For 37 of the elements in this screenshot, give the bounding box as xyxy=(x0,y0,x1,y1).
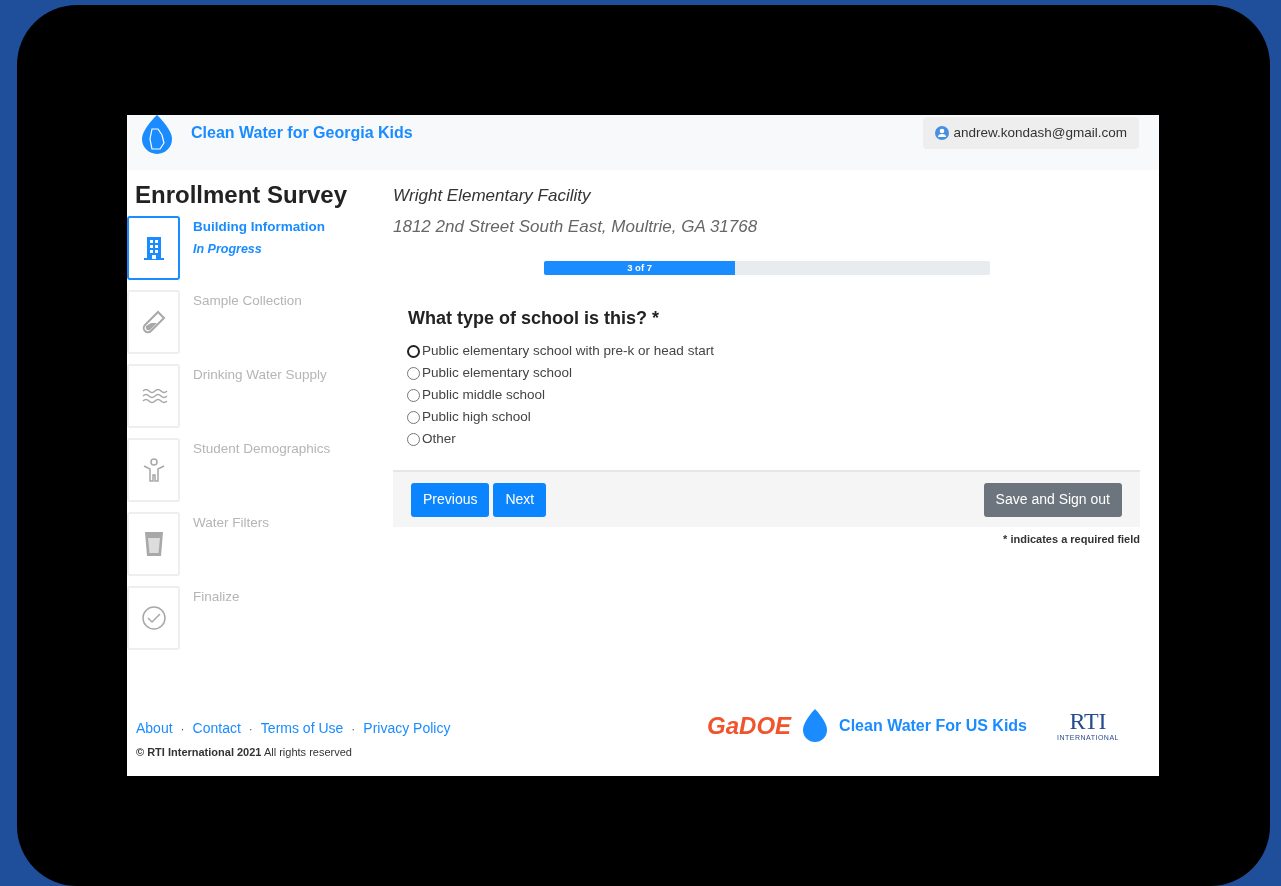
step-label[interactable]: Drinking Water Supply xyxy=(193,365,327,386)
separator-dot: · xyxy=(351,720,356,738)
facility-name: Wright Elementary Facility xyxy=(393,185,592,207)
separator-dot: · xyxy=(248,720,253,738)
step-icon-tile[interactable] xyxy=(127,216,180,280)
facility-address: 1812 2nd Street South East, Moultrie, GA 31768 xyxy=(393,215,759,238)
radio-option[interactable]: Public elementary school xyxy=(407,362,1140,384)
footer-link[interactable]: Contact xyxy=(192,718,241,739)
separator-dot: · xyxy=(180,720,185,738)
gadoe-logo: GaDOE xyxy=(707,711,792,741)
partner-name: Clean Water For US Kids xyxy=(839,716,1027,736)
previous-button[interactable]: Previous xyxy=(411,482,490,517)
radio-option[interactable]: Public middle school xyxy=(407,384,1140,406)
check-circle-icon xyxy=(139,604,168,632)
app-title: Clean Water for Georgia Kids xyxy=(191,123,413,143)
step-label[interactable]: Student Demographics xyxy=(193,439,331,460)
footer-link[interactable]: Terms of Use xyxy=(260,718,344,739)
step-status: In Progress xyxy=(193,241,263,259)
required-field-note: * indicates a required field xyxy=(1003,532,1140,547)
radio-option[interactable]: Other xyxy=(407,428,1140,450)
survey-title: Enrollment Survey xyxy=(134,180,349,210)
water-drop-logo-icon xyxy=(801,709,830,743)
step-label[interactable]: Water Filters xyxy=(193,513,269,534)
user-icon xyxy=(935,126,950,140)
footer-link[interactable]: About xyxy=(136,718,173,739)
step-label[interactable]: Finalize xyxy=(193,587,240,608)
radio-option[interactable]: Public elementary school with pre-k or head start xyxy=(407,340,1140,362)
step-label[interactable]: Sample Collection xyxy=(193,291,302,312)
footer-link[interactable]: Privacy Policy xyxy=(363,718,451,739)
save-sign-out-button[interactable]: Save and Sign out xyxy=(983,482,1122,517)
copyright-text: © RTI International 2021 All rights reserved xyxy=(136,745,353,760)
progress-label: 3 of 7 xyxy=(627,260,652,275)
next-button[interactable]: Next xyxy=(493,482,547,517)
question-title: What type of school is this? * xyxy=(408,307,660,330)
step-label[interactable]: Building Information xyxy=(193,217,325,238)
radio-option[interactable]: Public high school xyxy=(407,406,1140,428)
user-account[interactable]: andrew.kondash@gmail.com xyxy=(923,117,1139,149)
